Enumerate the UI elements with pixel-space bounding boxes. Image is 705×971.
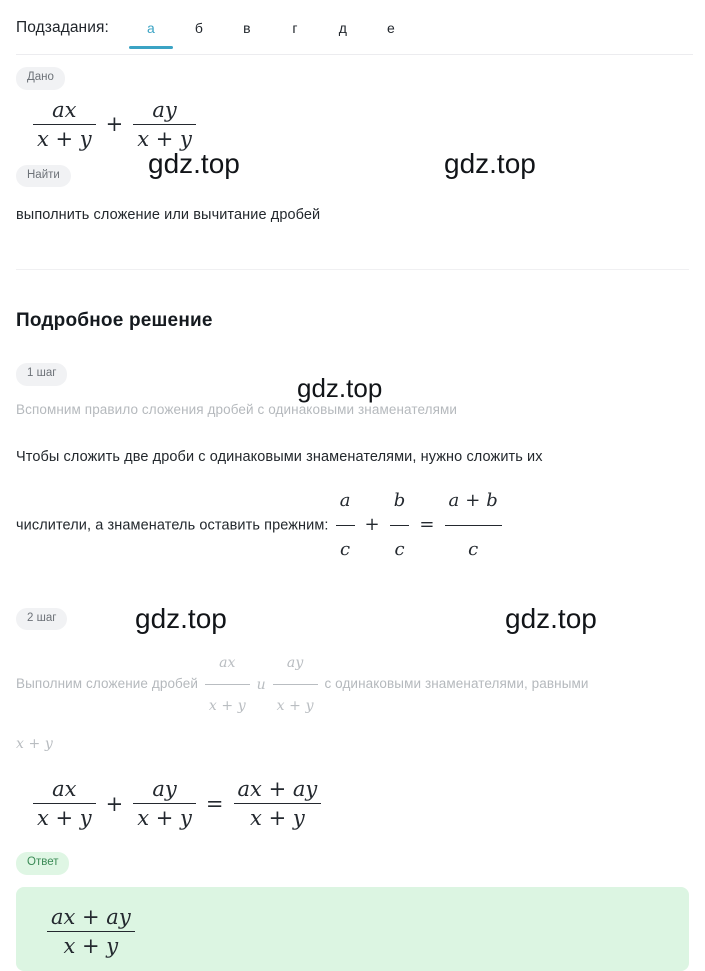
- frac-denominator: x + y: [208, 698, 246, 714]
- step-2-inline-fraction-1: ax x + y: [202, 644, 253, 725]
- frac-numerator: ay: [286, 655, 304, 671]
- tab-d[interactable]: д: [319, 6, 367, 49]
- step-2-badge: 2 шаг: [16, 607, 68, 630]
- given-fraction-1-numerator: ax: [52, 97, 77, 122]
- find-badge: Найти: [16, 164, 71, 187]
- frac-numerator: ay: [152, 777, 177, 802]
- given-section: Дано ax x + y + ay x + y: [0, 55, 705, 151]
- step-2-equation: ax x + y + ay x + y = ax + ay x + y: [30, 777, 689, 830]
- formula-operator-plus: +: [364, 514, 380, 535]
- answer-box: ax + ay x + y: [16, 886, 689, 971]
- tab-v[interactable]: в: [223, 6, 271, 49]
- given-fraction-2-denominator: x + y: [137, 126, 192, 151]
- given-fraction-1-denominator: x + y: [37, 126, 92, 151]
- eq-fraction-result: ax + ay x + y: [233, 777, 322, 831]
- frac-denominator: x + y: [276, 698, 314, 714]
- frac-denominator: x + y: [137, 806, 192, 831]
- step-1-body: Чтобы сложить две дроби с одинаковыми зн…: [16, 435, 689, 572]
- formula-fraction-sum-over-c: a + b c: [444, 479, 502, 572]
- subtasks-label: Подзадания:: [16, 18, 109, 36]
- subtask-tabs: а б в г д е: [127, 6, 415, 49]
- given-badge: Дано: [16, 67, 65, 90]
- frac: ax x + y: [204, 644, 250, 725]
- answer-fraction: ax + ay x + y: [47, 905, 135, 958]
- answer-section: Ответ: [0, 852, 705, 875]
- given-expression: ax x + y + ay x + y: [30, 98, 689, 151]
- step-2-body: Выполним сложение дробей ax x + y и ay x…: [16, 644, 689, 763]
- step-2-inline-fraction-2: ay x + y: [270, 644, 321, 725]
- given-fraction-1: ax x + y: [33, 98, 96, 151]
- step-1: 1 шаг Вспомним правило сложения дробей с…: [16, 363, 689, 572]
- solution-section: Подробное решение 1 шаг Вспомним правило…: [0, 270, 705, 830]
- step-2-text-part2: с одинаковыми знаменателями, равными: [324, 676, 589, 692]
- frac-denominator: x + y: [250, 806, 305, 831]
- frac-numerator: a: [339, 489, 351, 511]
- formula-fraction-a-over-c: a c: [335, 479, 355, 572]
- frac-numerator: ax + ay: [51, 904, 131, 929]
- find-section: Найти выполнить сложение или вычитание д…: [0, 151, 705, 223]
- step-2-text-part1: Выполним сложение дробей: [16, 676, 198, 692]
- step-1-text-line1: Чтобы сложить две дроби с одинаковыми зн…: [16, 448, 543, 465]
- frac-denominator: c: [340, 538, 351, 560]
- eq-operator-equals: =: [205, 791, 224, 816]
- given-fraction-2: ay x + y: [133, 98, 196, 151]
- frac-denominator: x + y: [37, 806, 92, 831]
- frac-denominator: c: [468, 538, 479, 560]
- eq-fraction-1: ax x + y: [33, 777, 96, 830]
- tab-g[interactable]: г: [271, 6, 319, 49]
- eq-fraction-2: ay x + y: [133, 777, 196, 830]
- step-1-formula: a c + b c = a + b c: [333, 479, 505, 572]
- step-1-text-line2: числители, а знаменатель оставить прежни…: [16, 516, 329, 533]
- frac-denominator: x + y: [63, 933, 119, 958]
- given-fraction-2-numerator: ay: [152, 97, 177, 122]
- answer-expression: ax + ay x + y: [44, 905, 138, 958]
- frac-numerator: a + b: [448, 489, 498, 511]
- tab-e[interactable]: е: [367, 6, 415, 49]
- tab-a[interactable]: а: [127, 6, 175, 49]
- step-2: 2 шаг Выполним сложение дробей ax x + y …: [16, 607, 689, 830]
- frac-numerator: ax: [52, 777, 77, 802]
- frac-numerator: ax + ay: [237, 777, 318, 802]
- formula-fraction-b-over-c: b c: [389, 479, 410, 572]
- frac-numerator: ax: [219, 655, 236, 671]
- step-1-badge: 1 шаг: [16, 363, 68, 386]
- step-2-tail-expression: x + y: [16, 736, 53, 753]
- step-1-hint: Вспомним правило сложения дробей с одина…: [16, 401, 458, 417]
- given-operator: +: [105, 112, 124, 136]
- tab-b[interactable]: б: [175, 6, 223, 49]
- step-2-conjunction: и: [256, 676, 266, 693]
- answer-badge: Ответ: [16, 852, 70, 875]
- frac-numerator: b: [393, 489, 406, 511]
- eq-operator-plus: +: [105, 791, 124, 816]
- find-text: выполнить сложение или вычитание дробей: [16, 207, 321, 223]
- subtask-tabbar: Подзадания: а б в г д е: [0, 0, 705, 55]
- formula-operator-equals: =: [419, 514, 435, 535]
- solution-title: Подробное решение: [16, 310, 213, 331]
- frac-denominator: c: [394, 538, 405, 560]
- frac: ay x + y: [272, 644, 318, 725]
